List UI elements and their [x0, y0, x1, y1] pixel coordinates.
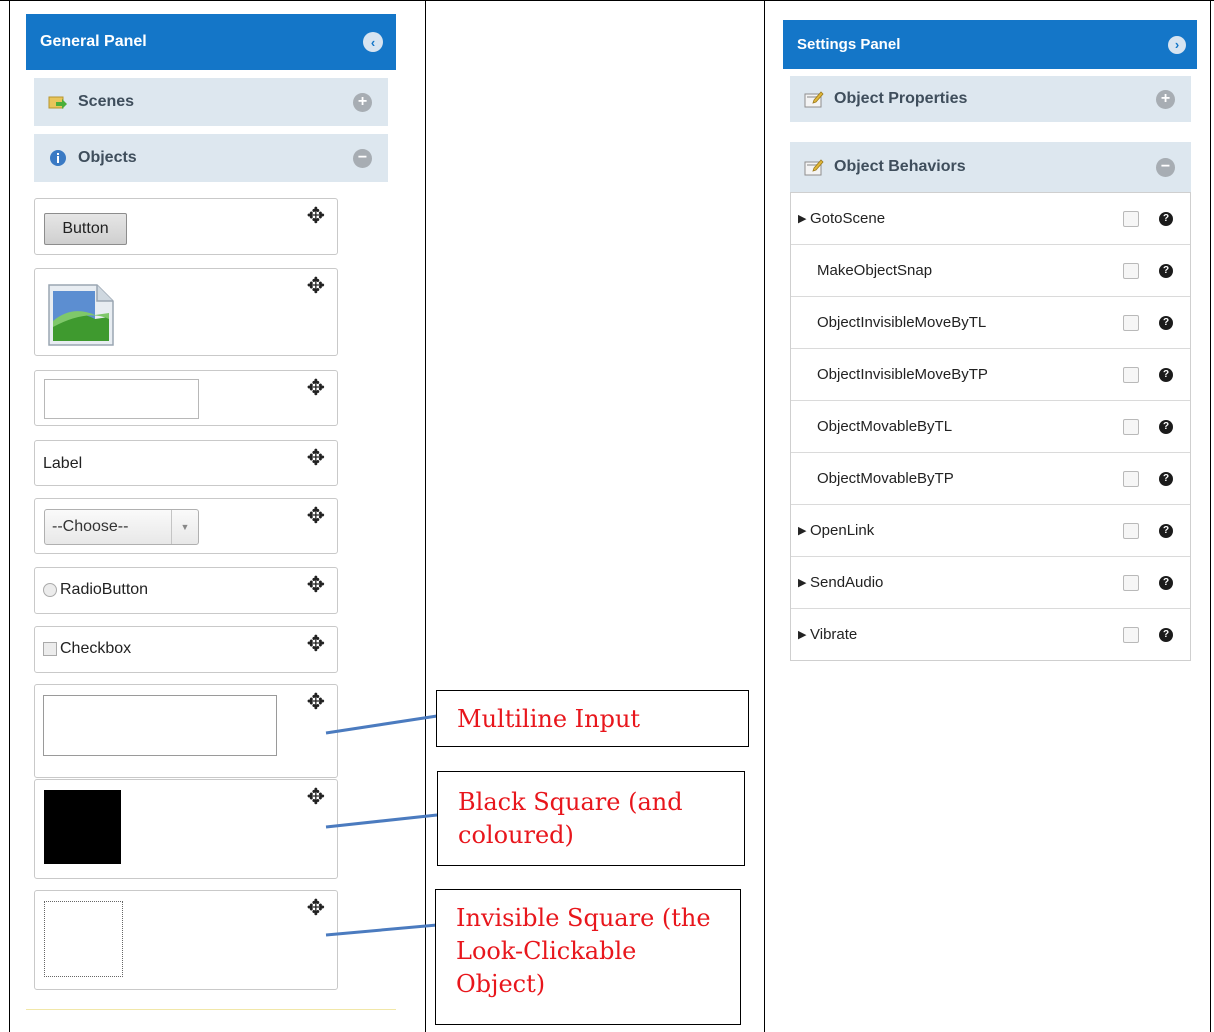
help-icon[interactable]: ?: [1159, 471, 1173, 486]
behavior-checkbox[interactable]: [1123, 314, 1139, 331]
behavior-name: SendAudio: [810, 574, 884, 591]
behavior-name: ObjectMovableByTP: [817, 470, 954, 487]
behavior-row[interactable]: ObjectInvisibleMoveByTL?: [791, 297, 1190, 349]
help-icon[interactable]: ?: [1159, 627, 1173, 642]
callout-multiline-input: Multiline Input: [436, 690, 749, 747]
behavior-row[interactable]: ObjectMovableByTP?: [791, 453, 1190, 505]
behaviors-list: ▶ GotoScene? MakeObjectSnap? ObjectInvisibl…: [790, 192, 1191, 661]
callout-invisible-square: Invisible Square (the Look-Clickable Obj…: [435, 889, 741, 1025]
behavior-name: OpenLink: [810, 522, 875, 539]
help-icon[interactable]: ?: [1159, 211, 1173, 226]
behavior-row[interactable]: ▶ SendAudio?: [791, 557, 1190, 609]
behavior-row[interactable]: MakeObjectSnap?: [791, 245, 1190, 297]
object-properties-header[interactable]: Object Properties +: [790, 76, 1191, 122]
behavior-row[interactable]: ▶ OpenLink?: [791, 505, 1190, 557]
behavior-row[interactable]: ▶ Vibrate?: [791, 609, 1190, 660]
behavior-name: GotoScene: [810, 210, 886, 227]
callout-black-square: Black Square (and coloured): [437, 771, 745, 866]
callout-multiline-text: Multiline Input: [457, 705, 641, 733]
callout-black-square-text: Black Square (and coloured): [458, 788, 683, 849]
settings-panel: Settings Panel › Object Properties + Obj…: [783, 20, 1197, 661]
help-icon[interactable]: ?: [1159, 315, 1173, 330]
caret-right-icon[interactable]: ▶: [798, 576, 810, 589]
behavior-row[interactable]: ▶ GotoScene?: [791, 193, 1190, 245]
settings-panel-title: Settings Panel: [797, 36, 901, 53]
behavior-checkbox[interactable]: [1123, 522, 1139, 539]
behavior-checkbox[interactable]: [1123, 574, 1139, 591]
behavior-row[interactable]: ObjectMovableByTL?: [791, 401, 1190, 453]
properties-icon: [804, 158, 824, 176]
behavior-name: ObjectMovableByTL: [817, 418, 953, 435]
help-icon[interactable]: ?: [1159, 263, 1173, 278]
behavior-checkbox[interactable]: [1123, 418, 1139, 435]
behavior-name: MakeObjectSnap: [817, 262, 933, 279]
caret-right-icon[interactable]: ▶: [798, 524, 810, 537]
help-icon[interactable]: ?: [1159, 575, 1173, 590]
object-behaviors-label: Object Behaviors: [834, 158, 966, 175]
behavior-name: ObjectInvisibleMoveByTL: [817, 314, 987, 331]
callout-invisible-square-text: Invisible Square (the Look-Clickable Obj…: [456, 904, 711, 998]
behavior-row[interactable]: ObjectInvisibleMoveByTP?: [791, 349, 1190, 401]
connector-black-square: [325, 813, 438, 829]
chevron-right-icon[interactable]: ›: [1168, 35, 1186, 54]
behavior-checkbox[interactable]: [1123, 210, 1139, 227]
behavior-name: ObjectInvisibleMoveByTP: [817, 366, 988, 383]
behavior-checkbox[interactable]: [1123, 366, 1139, 383]
connector-invisible-square: [325, 923, 438, 937]
object-properties-label: Object Properties: [834, 90, 968, 107]
caret-right-icon[interactable]: ▶: [798, 628, 810, 641]
caret-right-icon[interactable]: ▶: [798, 212, 810, 225]
behavior-checkbox[interactable]: [1123, 262, 1139, 279]
expand-plus-icon[interactable]: +: [1156, 89, 1175, 109]
object-behaviors-header[interactable]: Object Behaviors −: [790, 142, 1191, 192]
settings-panel-header: Settings Panel ›: [783, 20, 1197, 69]
behavior-name: Vibrate: [810, 626, 858, 643]
collapse-minus-icon[interactable]: −: [1156, 157, 1175, 177]
help-icon[interactable]: ?: [1159, 367, 1173, 382]
help-icon[interactable]: ?: [1159, 523, 1173, 538]
behavior-checkbox[interactable]: [1123, 470, 1139, 487]
help-icon[interactable]: ?: [1159, 419, 1173, 434]
connector-multiline: [325, 714, 438, 735]
properties-icon: [804, 90, 824, 108]
behavior-checkbox[interactable]: [1123, 626, 1139, 643]
